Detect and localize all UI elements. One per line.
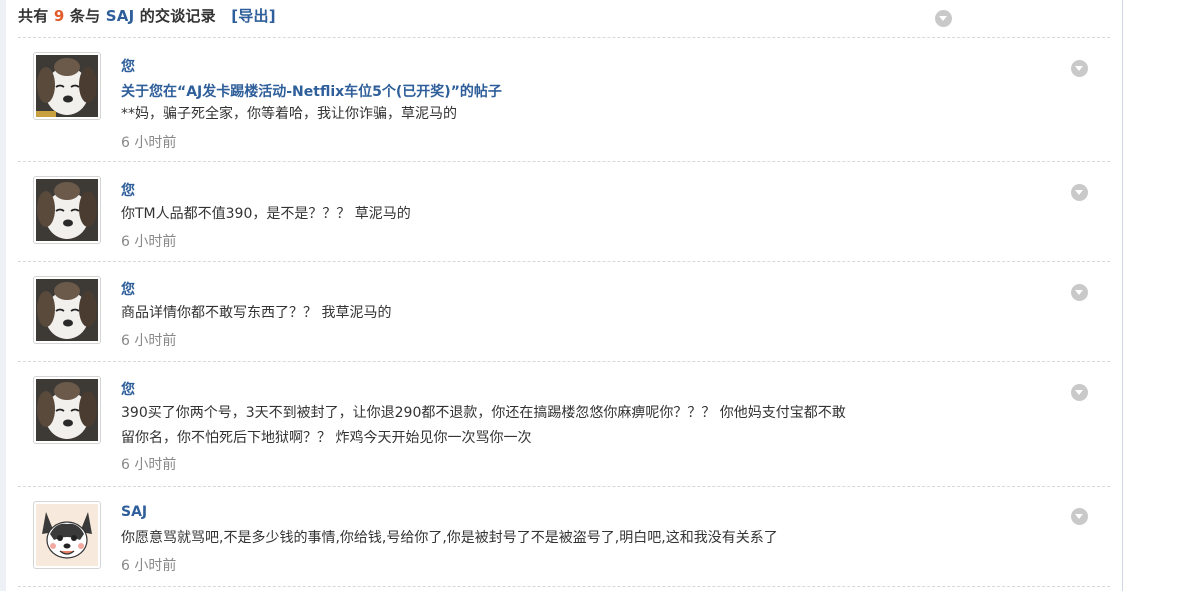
title-prefix: 共有 [18, 7, 49, 25]
message-line: 你愿意骂就骂吧,不是多少钱的事情,你给钱,号给你了,你是被封号了不是被盗号了,明… [121, 530, 778, 546]
message-content: 你TM人品都不值390，是不是？？？ 草泥马的 [121, 202, 411, 227]
conversation-header: 共有 9 条与 SAJ 的交谈记录 [导出] [0, 0, 1122, 38]
message-content: 390买了你两个号，3天不到被封了，让你退290都不退款，你还在搞踢楼忽悠你麻痹… [121, 401, 846, 451]
message-count: 9 [53, 7, 65, 25]
message-time: 6 小时前 [121, 333, 177, 349]
message-time: 6 小时前 [121, 135, 177, 151]
dog-avatar[interactable] [33, 376, 101, 444]
collapse-icon[interactable] [1071, 184, 1088, 201]
message-item: 您 商品详情你都不敢写东西了？？ 我草泥马的 6 小时前 [18, 262, 1110, 362]
partner-name-link[interactable]: SAJ [106, 7, 135, 25]
message-line: 390买了你两个号，3天不到被封了，让你退290都不退款，你还在搞踢楼忽悠你麻痹… [121, 405, 846, 421]
message-time: 6 小时前 [121, 457, 177, 473]
message-line: 商品详情你都不敢写东西了？？ 我草泥马的 [121, 305, 392, 321]
message-content: **妈，骗子死全家，你等着哈，我让你诈骗，草泥马的 [121, 102, 457, 127]
message-time: 6 小时前 [121, 558, 177, 574]
title-suffix: 的交谈记录 [139, 7, 216, 25]
dog-avatar[interactable] [33, 176, 101, 244]
cartoon-dog-avatar[interactable] [33, 501, 101, 569]
dog-avatar[interactable] [33, 52, 101, 120]
conversation-title: 共有 9 条与 SAJ 的交谈记录 [导出] [18, 5, 276, 26]
export-link[interactable]: [导出] [231, 7, 276, 25]
message-line: 你TM人品都不值390，是不是？？？ 草泥马的 [121, 206, 411, 222]
sender-link[interactable]: 您 [121, 180, 135, 200]
left-edge-bar [0, 0, 6, 591]
message-divider [18, 586, 1110, 587]
message-item: 您 你TM人品都不值390，是不是？？？ 草泥马的 6 小时前 [18, 162, 1110, 262]
thread-subject-link[interactable]: 关于您在“AJ发卡踢楼活动-Netflix车位5个(已开奖)”的帖子 [121, 81, 502, 101]
message-line: 留你名，你不怕死后下地狱啊？？ 炸鸡今天开始见你一次骂你一次 [121, 430, 532, 446]
collapse-icon[interactable] [1071, 284, 1088, 301]
message-content: 你愿意骂就骂吧,不是多少钱的事情,你给钱,号给你了,你是被封号了不是被盗号了,明… [121, 526, 778, 551]
right-border [1122, 0, 1123, 591]
collapse-icon[interactable] [1071, 60, 1088, 77]
sender-link[interactable]: 您 [121, 379, 135, 399]
collapse-icon[interactable] [1071, 508, 1088, 525]
sender-link[interactable]: SAJ [121, 504, 147, 520]
message-content: 商品详情你都不敢写东西了？？ 我草泥马的 [121, 301, 391, 326]
sender-link[interactable]: 您 [121, 56, 135, 76]
message-item: 您 关于您在“AJ发卡踢楼活动-Netflix车位5个(已开奖)”的帖子 **妈… [18, 38, 1110, 162]
dog-avatar[interactable] [33, 276, 101, 344]
message-time: 6 小时前 [121, 234, 177, 250]
collapse-all-icon[interactable] [935, 10, 952, 27]
sender-link[interactable]: 您 [121, 279, 135, 299]
message-item: 您 390买了你两个号，3天不到被封了，让你退290都不退款，你还在搞踢楼忽悠你… [18, 362, 1110, 487]
message-item: SAJ 你愿意骂就骂吧,不是多少钱的事情,你给钱,号给你了,你是被封号了不是被盗… [18, 487, 1110, 587]
collapse-icon[interactable] [1071, 384, 1088, 401]
message-line: **妈，骗子死全家，你等着哈，我让你诈骗，草泥马的 [121, 106, 457, 122]
title-middle: 条与 [69, 7, 101, 25]
